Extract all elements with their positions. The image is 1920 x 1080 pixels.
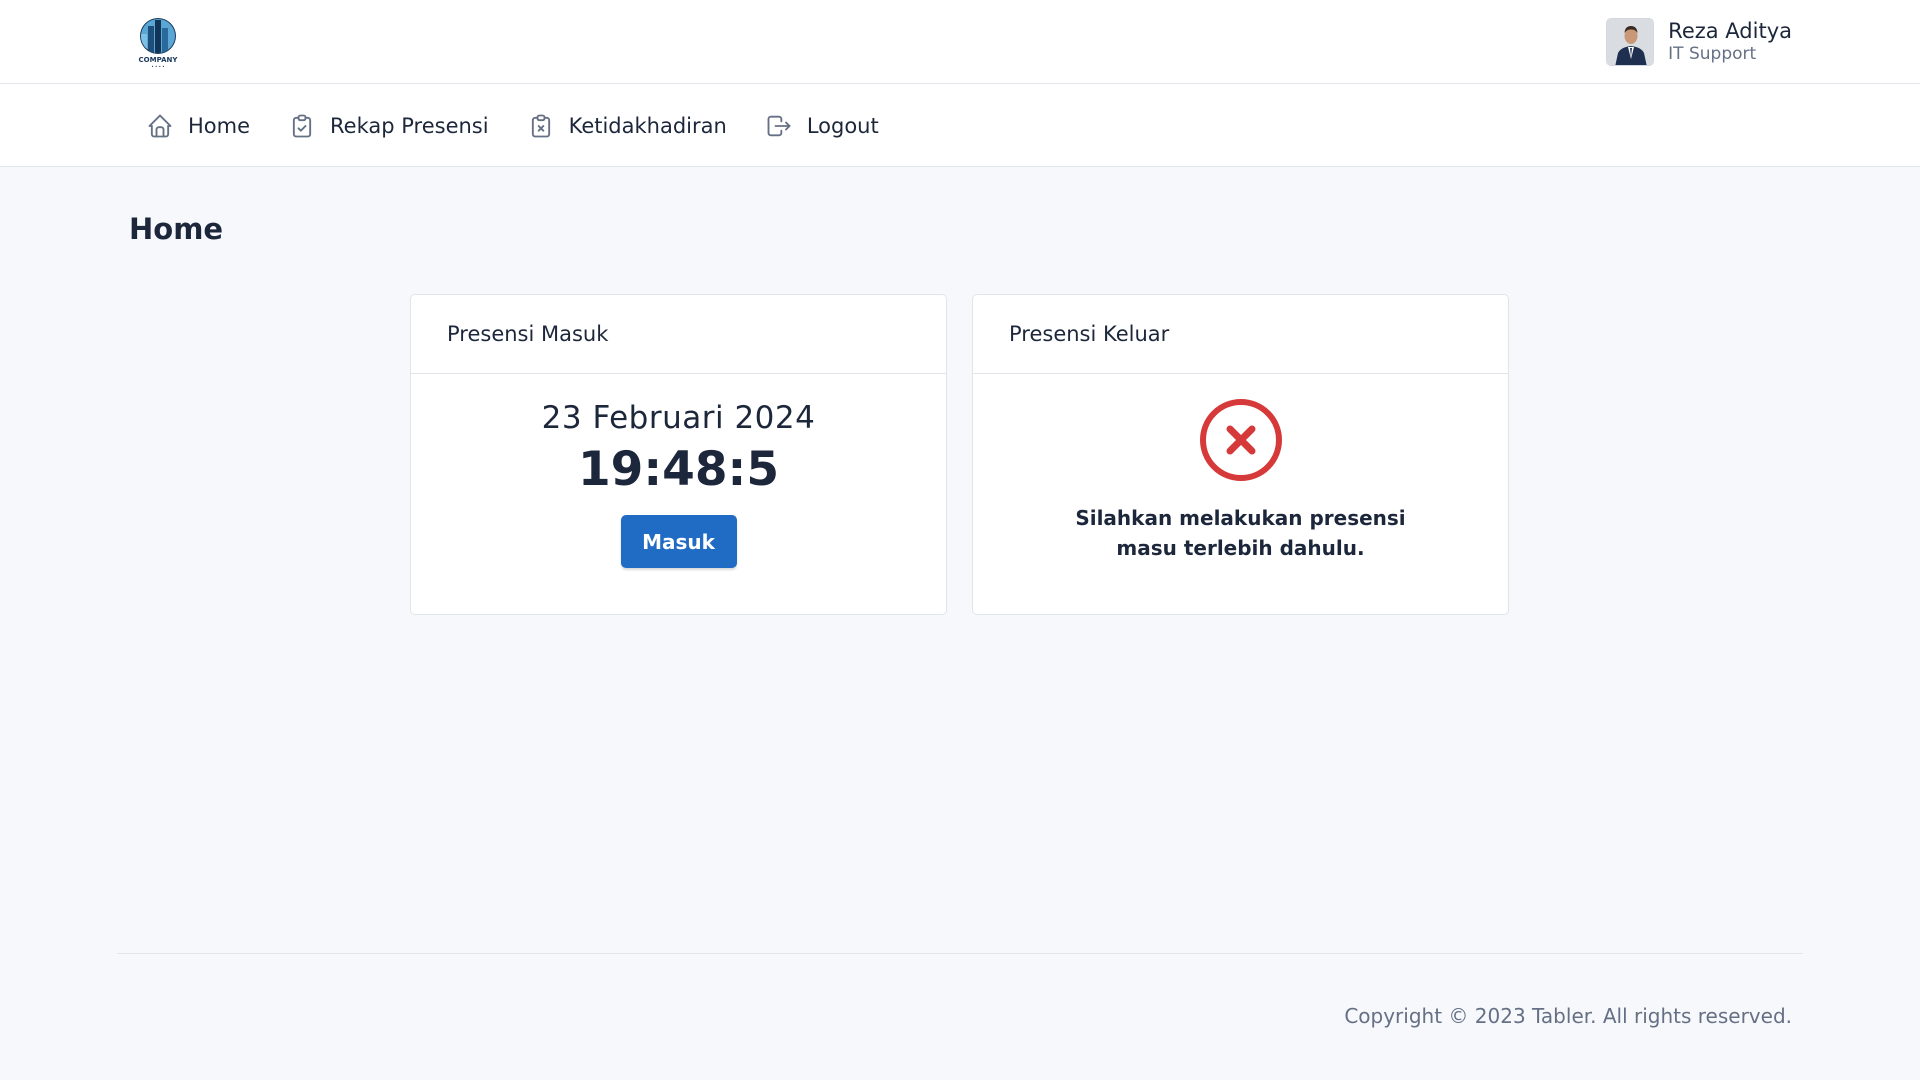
nav-label-home: Home xyxy=(188,113,251,138)
svg-text:COMPANY: COMPANY xyxy=(139,56,179,64)
current-time: 19:48:5 xyxy=(577,442,780,497)
clipboard-check-icon xyxy=(288,112,316,140)
nav-item-rekap-presensi[interactable]: Rekap Presensi xyxy=(288,112,489,140)
user-menu[interactable]: Reza Aditya IT Support xyxy=(1606,17,1792,67)
nav-label-ketidakhadiran: Ketidakhadiran xyxy=(568,113,727,138)
nav-item-home[interactable]: Home xyxy=(146,112,250,140)
top-header: COMPANY • • • • Reza Aditya IT Support xyxy=(0,0,1920,84)
presensi-masuk-title: Presensi Masuk xyxy=(447,322,609,346)
card-header: Presensi Masuk xyxy=(411,295,946,374)
clipboard-x-icon xyxy=(527,112,555,140)
user-role: IT Support xyxy=(1668,44,1757,65)
svg-text:• • • •: • • • • xyxy=(151,64,164,69)
company-logo[interactable]: COMPANY • • • • xyxy=(128,14,188,70)
presensi-keluar-card: Presensi Keluar Silahkan melakukan prese… xyxy=(972,294,1509,615)
presensi-keluar-message: Silahkan melakukan presensi masu terlebi… xyxy=(1075,506,1406,560)
masuk-button[interactable]: Masuk xyxy=(620,515,737,568)
card-header: Presensi Keluar xyxy=(973,295,1508,374)
home-icon xyxy=(146,112,174,140)
footer-divider xyxy=(117,953,1803,954)
copyright-text: Copyright © 2023 Tabler. All rights rese… xyxy=(1344,1004,1792,1028)
nav-label-rekap-presensi: Rekap Presensi xyxy=(330,113,489,138)
current-date: 23 Februari 2024 xyxy=(541,400,816,436)
nav-item-logout[interactable]: Logout xyxy=(765,112,879,140)
user-name: Reza Aditya xyxy=(1668,19,1792,44)
logout-icon xyxy=(765,112,793,140)
presensi-keluar-title: Presensi Keluar xyxy=(1009,322,1170,346)
card-body: Silahkan melakukan presensi masu terlebi… xyxy=(973,374,1508,615)
error-x-circle-icon xyxy=(1198,397,1284,483)
card-body: 23 Februari 2024 19:48:5 Masuk xyxy=(411,374,946,615)
presensi-masuk-card: Presensi Masuk 23 Februari 2024 19:48:5 … xyxy=(410,294,947,615)
main-nav: Home Rekap Presensi Ketidakhadiran Logou… xyxy=(0,84,1920,167)
nav-item-ketidakhadiran[interactable]: Ketidakhadiran xyxy=(527,112,727,140)
nav-label-logout: Logout xyxy=(806,113,879,138)
page-title: Home xyxy=(129,212,224,246)
avatar[interactable] xyxy=(1606,18,1655,66)
